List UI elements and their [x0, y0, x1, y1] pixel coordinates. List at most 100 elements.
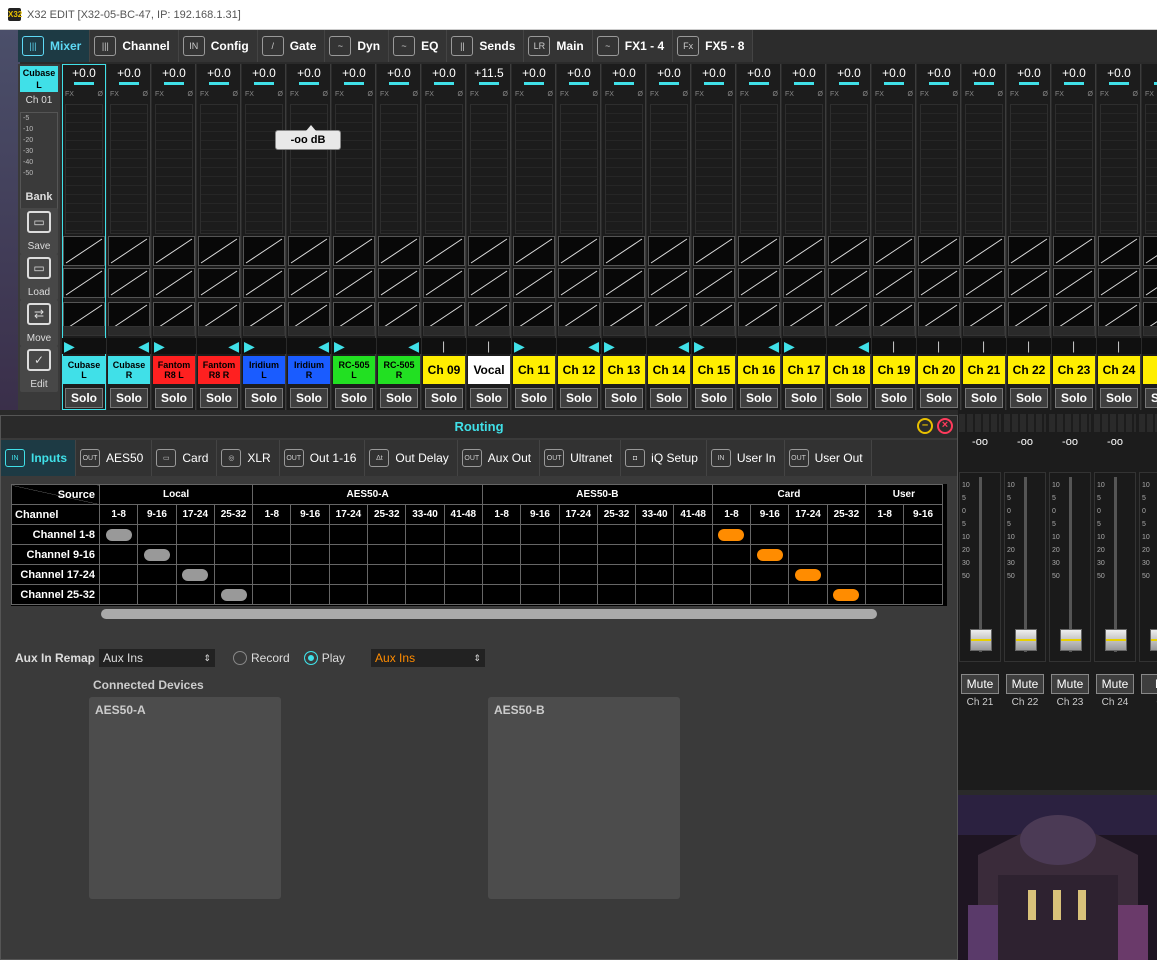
dyn-curve-icon[interactable] [153, 268, 195, 298]
matrix-cell[interactable] [903, 544, 943, 565]
channel-gain[interactable]: +11.5 [467, 66, 511, 80]
matrix-cell[interactable] [596, 524, 637, 545]
matrix-cell[interactable] [750, 544, 790, 565]
routing-tab-aes50[interactable]: OUT AES50 [76, 440, 153, 476]
channel-strip[interactable]: +0.0 FX Ø ▶ Ch 17 Solo [782, 64, 826, 410]
channel-gain[interactable]: +0.0 [1007, 66, 1051, 80]
gate-curve-icon[interactable] [1008, 236, 1050, 266]
fx-insert-button[interactable]: FX [335, 91, 344, 101]
device-aes50-a[interactable]: AES50-A [89, 697, 281, 899]
matrix-cell[interactable] [865, 564, 905, 585]
matrix-cell[interactable] [328, 564, 369, 585]
fader-track[interactable]: 10 5 0 5 10 20 30 50 [959, 472, 1001, 662]
matrix-cell[interactable] [750, 524, 790, 545]
solo-button[interactable]: Solo [1145, 388, 1157, 408]
channel-gain[interactable]: + [1142, 66, 1157, 80]
matrix-cell[interactable] [290, 544, 330, 565]
fader-track[interactable]: 10 5 0 5 10 20 30 50 [1139, 472, 1157, 662]
solo-button[interactable]: Solo [515, 388, 553, 408]
gate-curve-icon[interactable] [423, 236, 465, 266]
pan-indicator[interactable]: ▶ [332, 338, 376, 354]
channel-gain[interactable]: +0.0 [62, 66, 106, 80]
routing-tab-card[interactable]: ▭ Card [152, 440, 218, 476]
dyn-curve-icon[interactable] [63, 268, 105, 298]
solo-button[interactable]: Solo [785, 388, 823, 408]
matrix-cell[interactable] [788, 584, 828, 605]
matrix-cell[interactable] [673, 524, 713, 545]
fx-insert-button[interactable]: FX [560, 91, 569, 101]
solo-button[interactable]: Solo [920, 388, 958, 408]
gate-curve-icon[interactable] [153, 236, 195, 266]
matrix-cell[interactable] [596, 584, 637, 605]
phase-invert-icon[interactable]: Ø [503, 91, 508, 101]
gate-curve-icon[interactable] [288, 236, 330, 266]
channel-name-label[interactable]: Ch 19 [873, 356, 915, 384]
pan-indicator[interactable]: ◀ [377, 338, 421, 354]
record-radio[interactable] [233, 651, 248, 665]
load-button[interactable]: ▭ Load [20, 254, 58, 300]
channel-gain[interactable]: +0.0 [107, 66, 151, 80]
dyn-curve-icon[interactable] [828, 268, 870, 298]
matrix-cell[interactable] [481, 544, 522, 565]
fx-insert-button[interactable]: FX [875, 91, 884, 101]
matrix-cell[interactable] [865, 524, 905, 545]
channel-gain[interactable]: +0.0 [737, 66, 781, 80]
channel-strip[interactable]: +11.5 FX Ø | Vocal Solo [467, 64, 511, 410]
gate-curve-icon[interactable] [558, 236, 600, 266]
pan-indicator[interactable]: | [917, 338, 961, 354]
phase-invert-icon[interactable]: Ø [773, 91, 778, 101]
dyn-curve-icon[interactable] [1098, 268, 1140, 298]
move-button[interactable]: ⇄ Move [20, 300, 58, 346]
fx-insert-button[interactable]: FX [695, 91, 704, 101]
fader-knob[interactable] [1060, 629, 1082, 651]
matrix-cell[interactable] [137, 564, 177, 585]
play-radio[interactable] [303, 651, 318, 665]
channel-strip[interactable]: +0.0 FX Ø ◀ RC-505 R Solo [377, 64, 421, 410]
matrix-cell[interactable] [826, 544, 867, 565]
phase-invert-icon[interactable]: Ø [548, 91, 553, 101]
pan-indicator[interactable]: | [467, 338, 511, 354]
matrix-cell[interactable] [405, 544, 445, 565]
tab-mixer[interactable]: ||| Mixer [18, 30, 91, 62]
gate-curve-icon[interactable] [648, 236, 690, 266]
matrix-cell[interactable] [175, 584, 215, 605]
matrix-cell[interactable] [213, 564, 254, 585]
channel-gain[interactable]: +0.0 [602, 66, 646, 80]
mute-button[interactable]: M [1141, 674, 1157, 694]
phase-invert-icon[interactable]: Ø [233, 91, 238, 101]
channel-strip[interactable]: +0.0 FX Ø | Ch 19 Solo [872, 64, 916, 410]
channel-strip[interactable]: +0.0 FX Ø | Ch 09 Solo [422, 64, 466, 410]
channel-strip[interactable]: + FXØ | C Solo [1142, 64, 1157, 410]
tab-sends[interactable]: || Sends [447, 30, 525, 62]
channel-gain[interactable]: +0.0 [557, 66, 601, 80]
channel-gain[interactable]: +0.0 [872, 66, 916, 80]
phase-invert-icon[interactable]: Ø [98, 91, 103, 101]
matrix-cell[interactable] [290, 564, 330, 585]
matrix-cell[interactable] [367, 544, 407, 565]
channel-gain[interactable]: +0.0 [287, 66, 331, 80]
channel-gain[interactable]: +0.0 [242, 66, 286, 80]
matrix-cell[interactable] [213, 584, 254, 605]
matrix-cell[interactable] [137, 584, 177, 605]
pan-indicator[interactable]: ▶ [782, 338, 826, 354]
routing-tab-ultranet[interactable]: OUT Ultranet [540, 440, 622, 476]
channel-strip[interactable]: +0.0 FX Ø ◀ Ch 14 Solo [647, 64, 691, 410]
matrix-cell[interactable] [635, 524, 675, 545]
fx-insert-button[interactable]: FX [1010, 91, 1019, 101]
dyn-curve-icon[interactable] [1053, 268, 1095, 298]
channel-name-label[interactable]: Ch 15 [693, 356, 735, 384]
channel-strip[interactable]: +0.0 FX Ø | Ch 20 Solo [917, 64, 961, 410]
dyn-curve-icon[interactable] [513, 268, 555, 298]
channel-gain[interactable]: +0.0 [962, 66, 1006, 80]
solo-button[interactable]: Solo [875, 388, 913, 408]
gate-curve-icon[interactable] [243, 236, 285, 266]
matrix-cell[interactable] [328, 544, 369, 565]
matrix-cell[interactable] [367, 584, 407, 605]
matrix-cell[interactable] [750, 564, 790, 585]
matrix-cell[interactable] [443, 584, 484, 605]
channel-strip[interactable]: +0.0 FX Ø ◀ Fantom R8 R Solo [197, 64, 241, 410]
solo-button[interactable]: Solo [425, 388, 463, 408]
dyn-curve-icon[interactable] [693, 268, 735, 298]
channel-name-label[interactable]: C [1143, 356, 1157, 384]
fader-knob[interactable] [1105, 629, 1127, 651]
